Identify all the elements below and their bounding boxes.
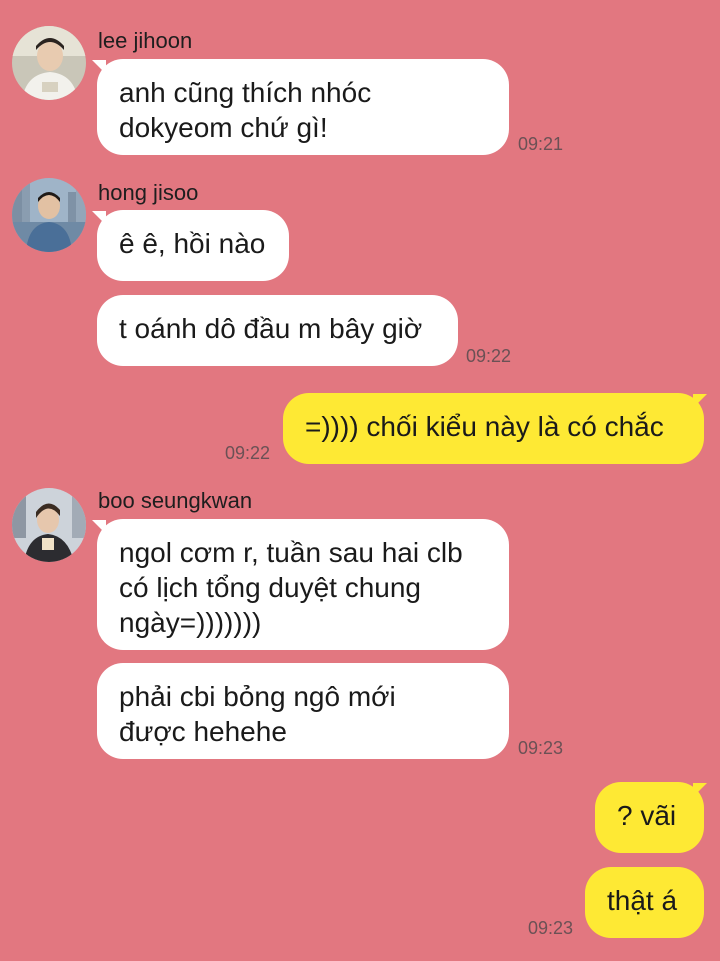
message-text: được hehehe <box>119 716 287 747</box>
message-bubble[interactable]: ngol cơm r, tuần sau hai clb có lịch tổn… <box>97 519 509 650</box>
sender-name: lee jihoon <box>98 28 193 53</box>
message-timestamp: 09:23 <box>528 918 574 938</box>
avatar-hong-jisoo[interactable] <box>12 178 86 252</box>
message-timestamp: 09:22 <box>225 443 271 463</box>
avatar-lee-jihoon[interactable] <box>12 26 86 100</box>
message-text: thật á <box>607 885 678 916</box>
message-text: ? vãi <box>617 800 677 831</box>
message-bubble[interactable]: ê ê, hồi nào <box>97 210 289 281</box>
message-timestamp: 09:21 <box>518 134 564 154</box>
profile-photo <box>12 488 86 562</box>
message-bubble[interactable]: phải cbi bỏng ngô mới được hehehe <box>97 663 509 759</box>
message-text: có lịch tổng duyệt chung <box>119 572 421 603</box>
sender-name: boo seungkwan <box>98 488 253 513</box>
chat-screen: { "messages_group_1": { "sender": "lee j… <box>0 0 720 961</box>
message-text: t oánh dô đầu m bây giờ <box>119 313 423 344</box>
message-text: phải cbi bỏng ngô mới <box>119 681 396 712</box>
message-bubble[interactable]: =)))) chối kiểu này là có chắc <box>283 393 704 464</box>
bubble-tail <box>693 394 707 408</box>
message-bubble[interactable]: thật á <box>585 867 704 938</box>
message-text: ngol cơm r, tuần sau hai clb <box>119 537 463 568</box>
message-text: ê ê, hồi nào <box>119 228 266 259</box>
message-bubble[interactable]: ? vãi <box>595 782 704 853</box>
message-text: anh cũng thích nhóc <box>119 77 372 108</box>
profile-photo <box>12 178 86 252</box>
message-bubble[interactable]: anh cũng thích nhóc dokyeom chứ gì! <box>97 59 509 155</box>
avatar-boo-seungkwan[interactable] <box>12 488 86 562</box>
sender-name: hong jisoo <box>98 180 199 205</box>
message-text: =)))) chối kiểu này là có chắc <box>305 411 664 442</box>
bubble-tail <box>693 783 707 797</box>
profile-photo <box>12 26 86 100</box>
message-text: ngày=))))))) <box>119 607 262 638</box>
message-timestamp: 09:23 <box>518 738 564 758</box>
message-text: dokyeom chứ gì! <box>119 112 328 143</box>
message-timestamp: 09:22 <box>466 346 512 366</box>
message-bubble[interactable]: t oánh dô đầu m bây giờ <box>97 295 458 366</box>
